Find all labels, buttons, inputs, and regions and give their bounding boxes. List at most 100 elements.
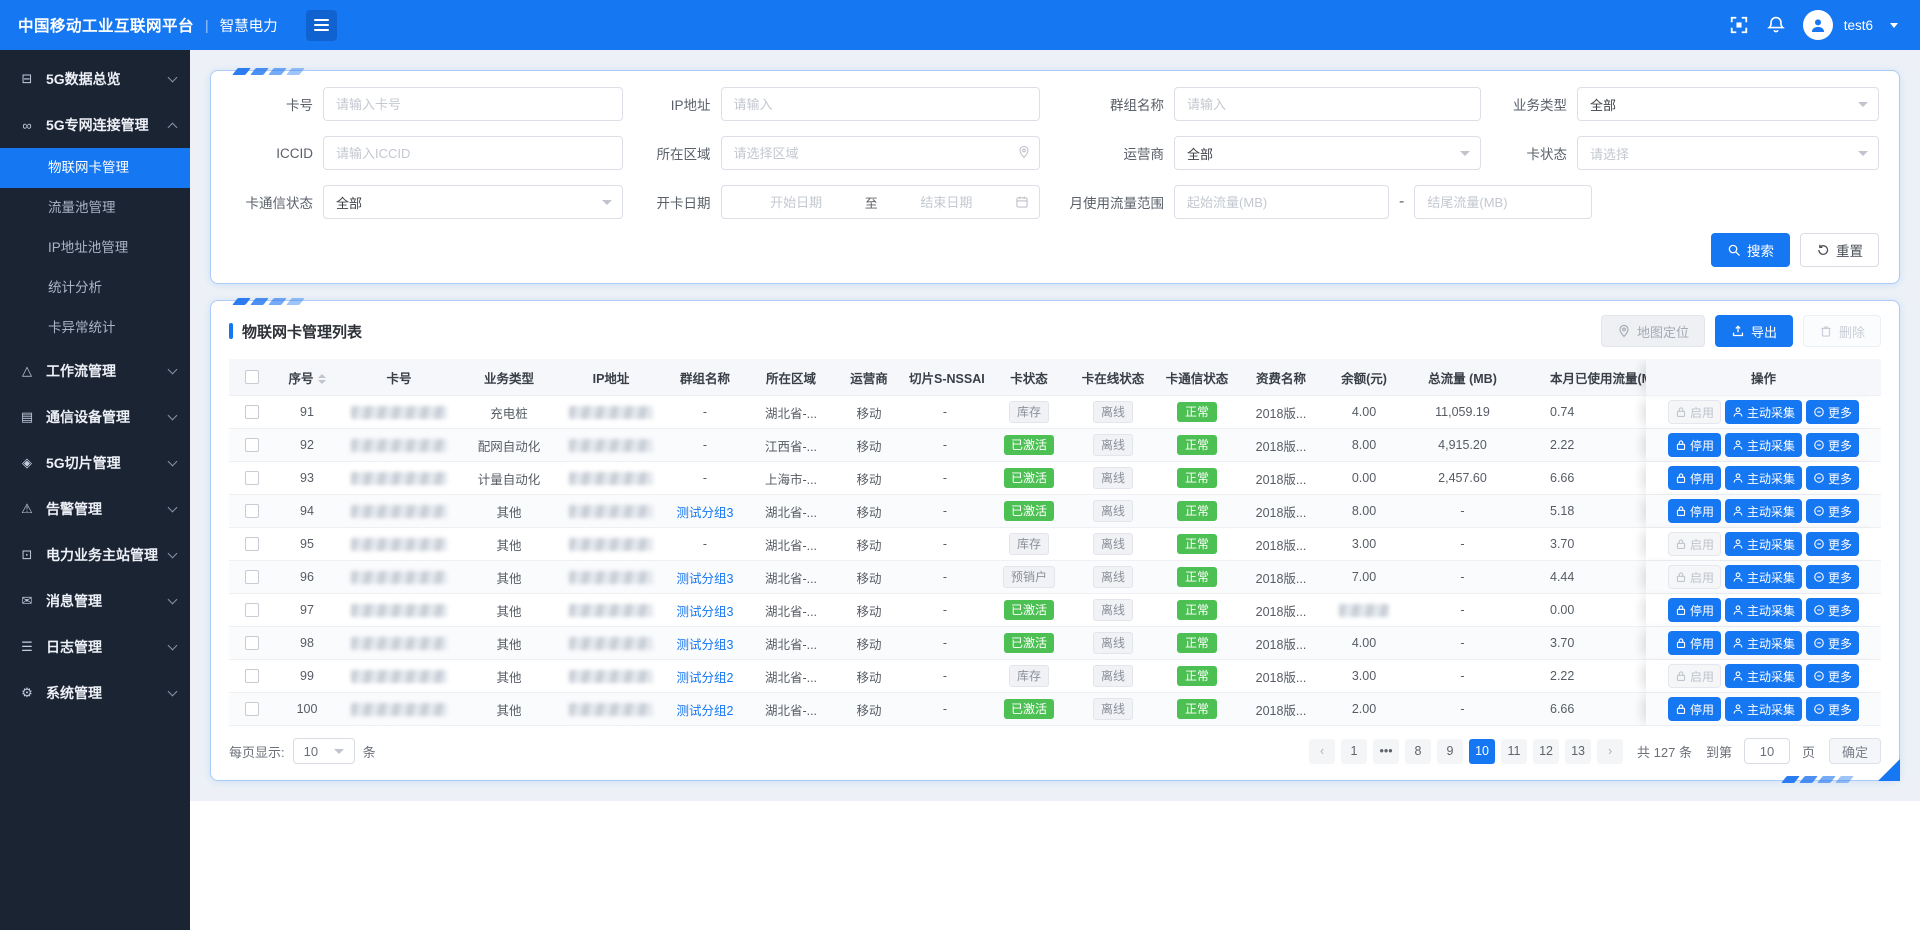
row-checkbox[interactable] [245, 603, 259, 617]
flow-start-input[interactable] [1174, 185, 1389, 219]
more-button[interactable]: 更多 [1806, 466, 1859, 490]
operator-select[interactable]: 全部 [1174, 136, 1481, 170]
region-input[interactable] [721, 136, 1041, 170]
enable-button[interactable]: 启用 [1668, 664, 1721, 688]
card-status-select[interactable]: 请选择 [1577, 136, 1879, 170]
more-button[interactable]: 更多 [1806, 631, 1859, 655]
username[interactable]: test6 [1844, 18, 1873, 33]
sort-icon[interactable] [318, 374, 326, 384]
sidebar-item-5[interactable]: ⚠ 告警管理 [0, 486, 190, 532]
map-locate-button[interactable]: 地图定位 [1601, 315, 1705, 347]
collect-button[interactable]: 主动采集 [1725, 565, 1802, 589]
sidebar-item-3[interactable]: ▤ 通信设备管理 [0, 394, 190, 440]
more-button[interactable]: 更多 [1806, 565, 1859, 589]
collect-button[interactable]: 主动采集 [1725, 664, 1802, 688]
notification-bell-icon[interactable] [1766, 15, 1786, 35]
row-checkbox[interactable] [245, 570, 259, 584]
page-button-12[interactable]: 12 [1533, 739, 1559, 764]
iccid-input[interactable] [323, 136, 623, 170]
sidebar-subitem-卡异常统计[interactable]: 卡异常统计 [0, 308, 190, 348]
sidebar-item-2[interactable]: △ 工作流管理 [0, 348, 190, 394]
group-name-input[interactable] [1174, 87, 1481, 121]
sidebar-item-0[interactable]: ⊟ 5G数据总览 [0, 56, 190, 102]
group-link[interactable]: 测试分组3 [677, 638, 734, 652]
more-pages-button[interactable]: ••• [1373, 739, 1399, 764]
table-scroll-area[interactable]: 序号卡号业务类型IP地址群组名称所在区域运营商切片S-NSSAI卡状态卡在线状态… [229, 359, 1881, 726]
card-number-input[interactable] [323, 87, 623, 121]
sidebar-item-9[interactable]: ⚙ 系统管理 [0, 670, 190, 716]
disable-button[interactable]: 停用 [1668, 499, 1721, 523]
collapse-sidebar-button[interactable] [306, 10, 337, 41]
row-checkbox[interactable] [245, 636, 259, 650]
page-size-select[interactable]: 10 [293, 738, 355, 764]
more-button[interactable]: 更多 [1806, 664, 1859, 688]
page-button-10[interactable]: 10 [1469, 739, 1495, 764]
group-link[interactable]: 测试分组2 [677, 704, 734, 718]
collect-button[interactable]: 主动采集 [1725, 697, 1802, 721]
ip-address-input[interactable] [721, 87, 1041, 121]
confirm-page-button[interactable]: 确定 [1829, 738, 1881, 764]
prev-page-button[interactable]: ‹ [1309, 739, 1335, 764]
collect-button[interactable]: 主动采集 [1725, 499, 1802, 523]
enable-button[interactable]: 启用 [1668, 565, 1721, 589]
row-checkbox[interactable] [245, 405, 259, 419]
page-button-8[interactable]: 8 [1405, 739, 1431, 764]
group-link[interactable]: 测试分组3 [677, 605, 734, 619]
collect-button[interactable]: 主动采集 [1725, 433, 1802, 457]
more-button[interactable]: 更多 [1806, 400, 1859, 424]
search-button[interactable]: 搜索 [1711, 233, 1790, 267]
flow-end-input[interactable] [1414, 185, 1592, 219]
end-date-input[interactable] [882, 195, 1011, 210]
date-range-picker[interactable]: 至 [721, 185, 1041, 219]
jump-page-input[interactable] [1744, 738, 1790, 764]
disable-button[interactable]: 停用 [1668, 466, 1721, 490]
sidebar-item-8[interactable]: ☰ 日志管理 [0, 624, 190, 670]
enable-button[interactable]: 启用 [1668, 532, 1721, 556]
disable-button[interactable]: 停用 [1668, 631, 1721, 655]
page-button-9[interactable]: 9 [1437, 739, 1463, 764]
sidebar-item-7[interactable]: ✉ 消息管理 [0, 578, 190, 624]
select-all-checkbox[interactable] [245, 370, 259, 384]
collect-button[interactable]: 主动采集 [1725, 532, 1802, 556]
group-link[interactable]: 测试分组3 [677, 506, 734, 520]
reset-button[interactable]: 重置 [1800, 233, 1879, 267]
collect-button[interactable]: 主动采集 [1725, 400, 1802, 424]
group-link[interactable]: 测试分组2 [677, 671, 734, 685]
collect-button[interactable]: 主动采集 [1725, 466, 1802, 490]
more-button[interactable]: 更多 [1806, 499, 1859, 523]
more-button[interactable]: 更多 [1806, 697, 1859, 721]
sidebar-subitem-物联网卡管理[interactable]: 物联网卡管理 [0, 148, 190, 188]
row-checkbox[interactable] [245, 669, 259, 683]
enable-button[interactable]: 启用 [1668, 400, 1721, 424]
chevron-down-icon[interactable] [1890, 23, 1898, 32]
collect-button[interactable]: 主动采集 [1725, 598, 1802, 622]
row-checkbox[interactable] [245, 702, 259, 716]
sidebar-item-4[interactable]: ◈ 5G切片管理 [0, 440, 190, 486]
fullscreen-icon[interactable] [1729, 15, 1749, 35]
comm-status-select[interactable]: 全部 [323, 185, 623, 219]
sidebar-subitem-IP地址池管理[interactable]: IP地址池管理 [0, 228, 190, 268]
sidebar-subitem-统计分析[interactable]: 统计分析 [0, 268, 190, 308]
page-button-13[interactable]: 13 [1565, 739, 1591, 764]
page-button-1[interactable]: 1 [1341, 739, 1367, 764]
sidebar-item-6[interactable]: ⊡ 电力业务主站管理 [0, 532, 190, 578]
collect-button[interactable]: 主动采集 [1725, 631, 1802, 655]
group-link[interactable]: 测试分组3 [677, 572, 734, 586]
row-checkbox[interactable] [245, 438, 259, 452]
disable-button[interactable]: 停用 [1668, 433, 1721, 457]
business-type-select[interactable]: 全部 [1577, 87, 1879, 121]
disable-button[interactable]: 停用 [1668, 697, 1721, 721]
row-checkbox[interactable] [245, 504, 259, 518]
row-checkbox[interactable] [245, 471, 259, 485]
sidebar-subitem-流量池管理[interactable]: 流量池管理 [0, 188, 190, 228]
next-page-button[interactable]: › [1597, 739, 1623, 764]
disable-button[interactable]: 停用 [1668, 598, 1721, 622]
delete-button[interactable]: 删除 [1803, 315, 1881, 347]
sidebar-item-1[interactable]: ∞ 5G专网连接管理 [0, 102, 190, 148]
row-checkbox[interactable] [245, 537, 259, 551]
page-button-11[interactable]: 11 [1501, 739, 1527, 764]
more-button[interactable]: 更多 [1806, 433, 1859, 457]
start-date-input[interactable] [732, 195, 861, 210]
more-button[interactable]: 更多 [1806, 532, 1859, 556]
more-button[interactable]: 更多 [1806, 598, 1859, 622]
